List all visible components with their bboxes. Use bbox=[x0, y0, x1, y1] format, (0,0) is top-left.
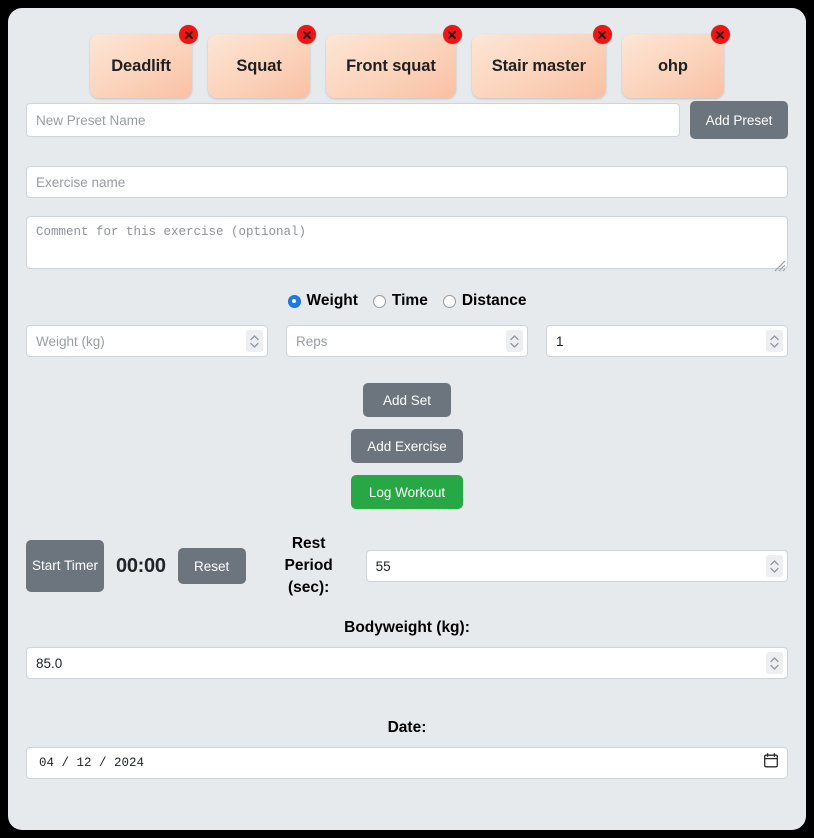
spinner-updown-icon[interactable] bbox=[246, 330, 263, 352]
add-preset-button[interactable]: Add Preset bbox=[689, 101, 788, 139]
preset-chip-squat[interactable]: Squat bbox=[208, 25, 317, 98]
timer-row: Start Timer 00:00 Reset Rest Period (sec… bbox=[26, 533, 788, 599]
spinner-updown-icon[interactable] bbox=[766, 555, 783, 577]
preset-chip-label: Stair master bbox=[491, 56, 586, 75]
exercise-comment-row bbox=[26, 216, 788, 274]
close-x-icon[interactable] bbox=[179, 25, 199, 44]
exercise-comment-textarea[interactable] bbox=[26, 216, 788, 269]
rest-period-input[interactable] bbox=[365, 550, 788, 582]
reps-input[interactable] bbox=[286, 325, 528, 357]
bodyweight-input[interactable] bbox=[26, 647, 788, 679]
spinner-updown-icon[interactable] bbox=[766, 330, 783, 352]
weight-field-cell bbox=[26, 325, 268, 357]
exercise-name-input[interactable] bbox=[26, 166, 788, 198]
radio-option-weight[interactable]: Weight bbox=[287, 292, 358, 310]
preset-chip-ohp[interactable]: ohp bbox=[621, 25, 730, 98]
close-x-icon[interactable] bbox=[297, 25, 317, 44]
set-inputs-row bbox=[26, 325, 788, 357]
spinner-updown-icon[interactable] bbox=[766, 652, 783, 674]
preset-chip-deadlift[interactable]: Deadlift bbox=[90, 25, 199, 98]
date-label: Date: bbox=[387, 719, 427, 736]
spinner-updown-icon[interactable] bbox=[506, 330, 523, 352]
add-exercise-button[interactable]: Add Exercise bbox=[351, 429, 463, 463]
start-timer-button[interactable]: Start Timer bbox=[26, 540, 104, 592]
radio-option-distance[interactable]: Distance bbox=[442, 292, 527, 310]
radio-distance-indicator[interactable] bbox=[442, 294, 456, 308]
bodyweight-label: Bodyweight (kg): bbox=[344, 619, 470, 636]
rest-period-label: Rest Period (sec): bbox=[284, 535, 333, 596]
measure-type-radio-group: Weight Time Distance bbox=[26, 290, 788, 312]
radio-weight-indicator[interactable] bbox=[287, 294, 301, 308]
workout-logger-page: Deadlift Squat Front squat Stair master bbox=[8, 8, 806, 830]
add-set-button[interactable]: Add Set bbox=[363, 383, 451, 417]
calendar-icon[interactable] bbox=[764, 753, 778, 773]
radio-option-label: Distance bbox=[461, 292, 527, 309]
radio-option-label: Time bbox=[391, 292, 428, 309]
preset-chip-label: Front squat bbox=[346, 56, 436, 75]
preset-chip-label: Deadlift bbox=[111, 56, 171, 75]
timer-display: 00:00 bbox=[116, 554, 166, 577]
weight-input[interactable] bbox=[26, 325, 268, 357]
preset-chip-front-squat[interactable]: Front squat bbox=[326, 25, 462, 98]
preset-chip-label: ohp bbox=[657, 56, 688, 75]
radio-option-label: Weight bbox=[306, 292, 358, 309]
add-preset-row: Add Preset bbox=[26, 100, 788, 140]
browser-viewport: Deadlift Squat Front squat Stair master bbox=[8, 8, 806, 830]
action-button-stack: Add Set Add Exercise Log Workout bbox=[26, 383, 788, 509]
reset-timer-button[interactable]: Reset bbox=[177, 548, 246, 584]
radio-option-time[interactable]: Time bbox=[372, 292, 428, 310]
rest-period-field-cell bbox=[365, 550, 788, 582]
preset-chip-label: Squat bbox=[236, 56, 282, 75]
exercise-name-row bbox=[26, 166, 788, 198]
new-preset-name-input[interactable] bbox=[26, 103, 680, 137]
date-field-cell: 04 / 12 / 2024 bbox=[26, 747, 788, 779]
reps-field-cell bbox=[286, 325, 528, 357]
radio-time-indicator[interactable] bbox=[372, 294, 386, 308]
preset-chip-stair-master[interactable]: Stair master bbox=[471, 25, 612, 98]
date-input[interactable]: 04 / 12 / 2024 bbox=[26, 747, 788, 779]
close-x-icon[interactable] bbox=[710, 25, 730, 44]
close-x-icon[interactable] bbox=[442, 25, 462, 44]
bodyweight-field-cell bbox=[26, 647, 788, 679]
log-workout-button[interactable]: Log Workout bbox=[351, 475, 463, 509]
sets-input[interactable] bbox=[546, 325, 788, 357]
sets-field-cell bbox=[546, 325, 788, 357]
close-x-icon[interactable] bbox=[592, 25, 612, 44]
preset-list: Deadlift Squat Front squat Stair master bbox=[26, 8, 788, 100]
